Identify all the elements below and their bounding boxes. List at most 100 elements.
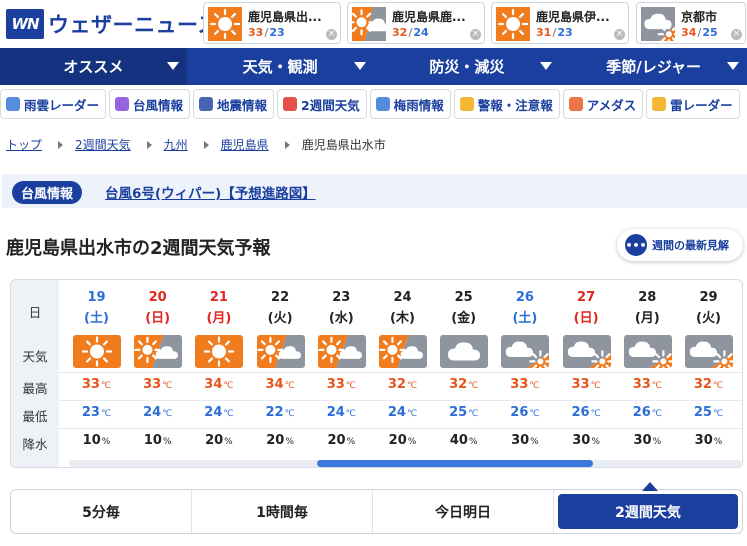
temp-unit: ℃ (284, 381, 295, 391)
forecast-table: 日 天気 最高 最低 降水 19 (土) 33℃ 23℃ 10% 20 (日) 33℃ 24℃ 1… (10, 279, 743, 468)
low-temp-value: 25 (449, 405, 468, 420)
low-temp-value: 26 (510, 405, 529, 420)
day-of-week: (土) (512, 311, 538, 326)
subnav-item[interactable]: アメダス (562, 89, 644, 119)
day-date: 29 (699, 290, 718, 305)
sub-nav: 雨雲レーダー 台風情報 地震情報 2週間天気 梅雨情報 警報・注意報 アメダス 雷レーダー (0, 89, 747, 121)
sun-icon (496, 7, 530, 41)
high-temp-value: 33 (81, 377, 100, 392)
day-date: 19 (87, 290, 106, 305)
precip-chance: 40% (433, 433, 494, 448)
precip-chance: 20% (372, 433, 433, 448)
precip-chance: 30% (617, 433, 678, 448)
breadcrumb-link[interactable]: 九州 (164, 136, 188, 153)
day-date: 25 (454, 290, 473, 305)
forecast-tab[interactable]: 5分毎 (11, 490, 192, 533)
high-temp: 33℃ (127, 377, 188, 392)
subnav-item[interactable]: 台風情報 (109, 89, 191, 119)
forecast-tab[interactable]: 2週間天気 (558, 482, 738, 529)
breadcrumb-link[interactable]: 2週間天気 (75, 136, 131, 153)
day-date: 23 (332, 290, 351, 305)
precip-value: 30 (694, 433, 713, 448)
site-logo[interactable]: WN ウェザーニュース (6, 9, 219, 39)
forecast-day: 25 (金) 32℃ 25℃ 40% (433, 280, 494, 467)
forecast-day: 27 (日) 33℃ 26℃ 30% (556, 280, 617, 467)
subnav-item[interactable]: 雨雲レーダー (0, 89, 107, 119)
remove-city-icon[interactable]: × (326, 29, 337, 40)
logo-mark: WN (6, 9, 44, 39)
subnav-item[interactable]: 警報・注意報 (453, 89, 560, 119)
breadcrumb-link[interactable]: 鹿児島県 (221, 136, 269, 153)
temp-unit: ℃ (590, 409, 601, 419)
row-label-day: 日 (28, 305, 42, 320)
remove-city-icon[interactable]: × (614, 29, 625, 40)
nav-item[interactable]: オススメ (0, 48, 187, 85)
warning-icon (459, 97, 474, 111)
forecast-tab[interactable]: 1時間毎 (192, 490, 373, 533)
high-temp-value: 34 (265, 377, 284, 392)
sun-cloud-icon (256, 335, 305, 368)
temp-unit: ℃ (223, 409, 234, 419)
precip-value: 30 (633, 433, 652, 448)
subnav-item[interactable]: 雷レーダー (646, 89, 740, 119)
chevron-down-icon (540, 62, 553, 70)
typhoon-icon (115, 97, 130, 111)
nav-item[interactable]: 季節/レジャー (560, 48, 747, 85)
temp-unit: ℃ (529, 409, 540, 419)
breadcrumb: トップ 2週間天気 九州 鹿児島県 鹿児島県出水市 (6, 136, 386, 153)
forecast-day: 23 (水) 33℃ 24℃ 20% (311, 280, 372, 467)
low-temp-value: 24 (143, 405, 162, 420)
nav-item-label: 季節/レジャー (606, 58, 701, 76)
subnav-item-label: アメダス (586, 97, 637, 113)
cloud-icon (440, 335, 489, 368)
remove-city-icon[interactable]: × (731, 29, 742, 40)
subnav-item[interactable]: 2週間天気 (277, 89, 367, 119)
typhoon-link[interactable]: 台風6号(ウィパー)【予想進路図】 (105, 182, 316, 202)
nav-item[interactable]: 天気・観測 (187, 48, 374, 85)
precip-value: 40 (449, 433, 468, 448)
nav-item[interactable]: 防災・減災 (374, 48, 561, 85)
precip-chance: 30% (556, 433, 617, 448)
high-temp-value: 32 (449, 377, 468, 392)
day-date: 20 (148, 290, 167, 305)
chevron-right-icon (284, 140, 290, 149)
cloud-sun-icon (641, 7, 680, 46)
cloud-sun-icon (562, 335, 611, 368)
favorite-city-card[interactable]: 鹿児島県出... 33/23 × (203, 2, 341, 44)
breadcrumb-link[interactable]: トップ (6, 136, 42, 153)
house-icon (199, 97, 214, 111)
subnav-item-label: 雨雲レーダー (24, 97, 100, 113)
subnav-item[interactable]: 梅雨情報 (369, 89, 451, 119)
chevron-right-icon (58, 140, 64, 149)
temp-unit: ℃ (651, 381, 662, 391)
forecast-day: 21 (月) 34℃ 24℃ 20% (188, 280, 249, 467)
precip-chance: 30% (494, 433, 555, 448)
precip-chance: 20% (250, 433, 311, 448)
city-low-temp: 23 (269, 26, 285, 39)
forecast-day: 24 (木) 32℃ 24℃ 20% (372, 280, 433, 467)
favorite-city-card[interactable]: 京都市 34/25 × (636, 2, 746, 46)
favorite-city-card[interactable]: 鹿児島県伊... 31/23 × (491, 2, 629, 44)
chevron-down-icon (353, 62, 366, 70)
subnav-item[interactable]: 地震情報 (193, 89, 275, 119)
logo-text: ウェザーニュース (48, 13, 219, 37)
nav-item-label: 天気・観測 (242, 58, 318, 76)
temp-unit: ℃ (651, 409, 662, 419)
precip-chance: 30% (678, 433, 739, 448)
forecast-tab[interactable]: 今日明日 (373, 490, 554, 533)
favorite-city-card[interactable]: 鹿児島県鹿... 32/24 × (347, 2, 485, 44)
latest-view-button[interactable]: ••• 週間の最新見解 (617, 229, 743, 261)
temp-unit: ℃ (468, 409, 479, 419)
high-temp-value: 32 (387, 377, 406, 392)
subnav-item-label: 警報・注意報 (477, 97, 553, 113)
low-temp: 24℃ (311, 405, 372, 420)
subnav-item-label: 梅雨情報 (393, 97, 444, 113)
radar-icon (6, 97, 20, 111)
temp-unit: ℃ (712, 409, 724, 419)
typhoon-badge: 台風情報 (12, 181, 83, 204)
remove-city-icon[interactable]: × (470, 29, 481, 40)
day-of-week: (金) (451, 311, 477, 326)
breadcrumb-current: 鹿児島県出水市 (301, 138, 386, 152)
day-date: 26 (515, 290, 534, 305)
temp-unit: ℃ (712, 381, 724, 391)
